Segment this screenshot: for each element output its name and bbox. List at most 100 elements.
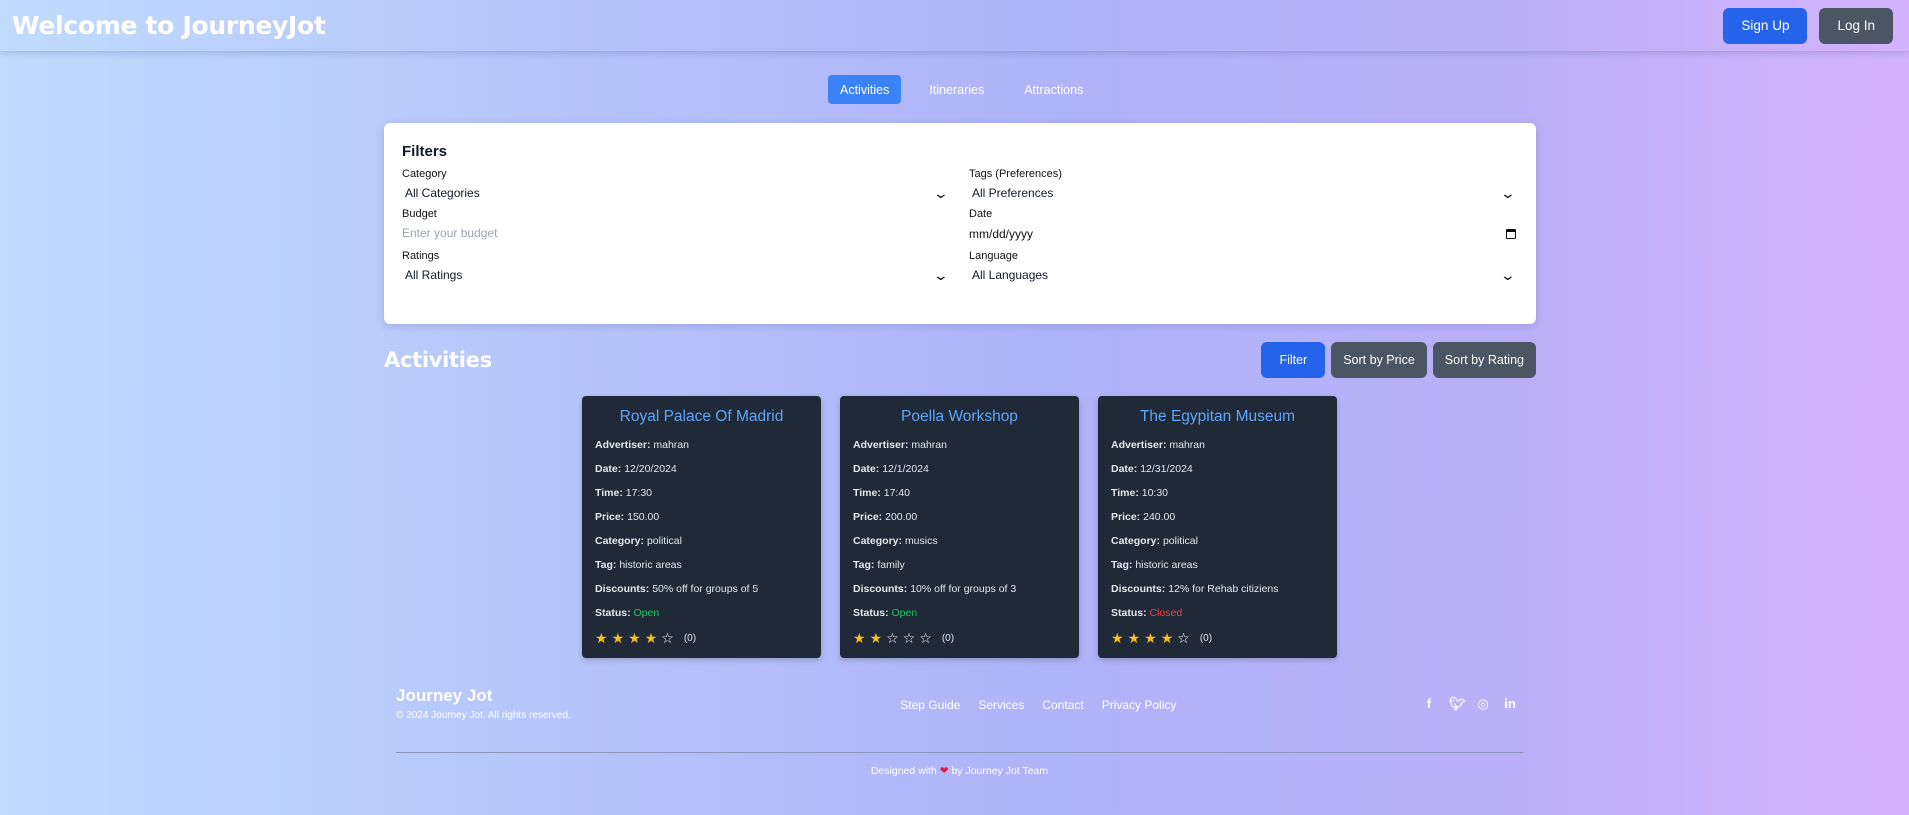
tags-label: Tags (Preferences) xyxy=(969,168,1062,180)
filter-button[interactable]: Filter xyxy=(1261,342,1326,378)
footer-link-step-guide[interactable]: Step Guide xyxy=(900,698,960,712)
advertiser-row: Advertiser: mahran xyxy=(1111,433,1324,457)
footer-link-services[interactable]: Services xyxy=(978,698,1024,712)
activity-cards: Royal Palace Of Madrid Advertiser: mahra… xyxy=(582,396,1337,658)
date-value: 12/20/2024 xyxy=(624,463,677,475)
copyright: © 2024 Journey Jot. All rights reserved. xyxy=(396,710,571,721)
tag-row: Tag: historic areas xyxy=(595,553,808,577)
log-in-button[interactable]: Log In xyxy=(1819,7,1893,44)
price-row: Price: 150.00 xyxy=(595,505,808,529)
heart-icon: ❤ xyxy=(939,765,949,777)
star-filled-icon: ★ xyxy=(611,629,625,646)
footer-links: Step Guide Services Contact Privacy Poli… xyxy=(900,698,1176,712)
category-row: Category: political xyxy=(595,529,808,553)
tab-activities[interactable]: Activities xyxy=(828,75,902,104)
tags-select[interactable]: All Preferences ⌄ xyxy=(969,184,1518,202)
tag-value: historic areas xyxy=(1135,559,1198,571)
star-filled-icon: ★ xyxy=(1111,629,1124,646)
footer: Journey Jot © 2024 Journey Jot. All righ… xyxy=(396,686,1523,777)
advertiser-label: Advertiser: xyxy=(595,439,651,451)
date-label: Date: xyxy=(853,463,880,475)
star-filled-icon: ★ xyxy=(1144,629,1157,646)
sort-by-rating-button[interactable]: Sort by Rating xyxy=(1432,342,1536,378)
category-field: Category All Categories ⌄ xyxy=(402,168,951,202)
time-label: Time: xyxy=(595,487,623,499)
activity-card[interactable]: The Egypitan Museum Advertiser: mahran D… xyxy=(1098,396,1337,658)
advertiser-row: Advertiser: mahran xyxy=(595,433,808,457)
category-row: Category: musics xyxy=(853,529,1066,553)
category-label: Category: xyxy=(595,535,645,547)
ratings-select[interactable]: All Ratings ⌄ xyxy=(402,266,951,284)
footer-divider xyxy=(396,752,1523,753)
budget-label: Budget xyxy=(402,208,437,220)
time-label: Time: xyxy=(853,487,881,499)
ratings-field: Ratings All Ratings ⌄ xyxy=(402,250,951,284)
price-value: 150.00 xyxy=(627,511,660,523)
sign-up-button[interactable]: Sign Up xyxy=(1723,7,1808,44)
credit-prefix: Designed with xyxy=(870,765,937,777)
chevron-down-icon: ⌄ xyxy=(1499,184,1517,201)
language-select[interactable]: All Languages ⌄ xyxy=(969,266,1518,284)
star-empty-icon: ☆ xyxy=(661,629,674,646)
tab-itineraries[interactable]: Itineraries xyxy=(917,75,996,104)
filters-panel: Filters Category All Categories ⌄ Tags (… xyxy=(384,123,1536,324)
time-value: 10:30 xyxy=(1141,487,1169,499)
social-links: f 🐦︎ ◎ in xyxy=(1422,696,1517,712)
budget-input[interactable]: Enter your budget xyxy=(402,224,951,242)
linkedin-icon[interactable]: in xyxy=(1503,696,1517,712)
review-count: (0) xyxy=(1199,632,1213,644)
category-select[interactable]: All Categories ⌄ xyxy=(402,184,951,202)
content-tabs: Activities Itineraries Attractions xyxy=(828,75,1095,104)
price-label: Price: xyxy=(595,511,625,523)
time-row: Time: 17:30 xyxy=(595,481,808,505)
discounts-label: Discounts: xyxy=(853,583,908,595)
footer-credit: Designed with ❤ by Journey Jot Team xyxy=(396,765,1523,777)
card-title[interactable]: Poella Workshop xyxy=(853,407,1066,427)
twitter-icon[interactable]: 🐦︎ xyxy=(1449,696,1466,712)
sort-by-price-button[interactable]: Sort by Price xyxy=(1331,342,1427,378)
category-value: political xyxy=(1162,535,1198,547)
star-filled-icon: ★ xyxy=(853,629,866,646)
chevron-down-icon: ⌄ xyxy=(932,184,950,201)
sort-buttons: Filter Sort by Price Sort by Rating xyxy=(1261,342,1536,378)
status-row: Status: Open xyxy=(595,601,808,625)
advertiser-label: Advertiser: xyxy=(1111,439,1167,451)
advertiser-value: mahran xyxy=(653,439,689,451)
card-title[interactable]: Royal Palace Of Madrid xyxy=(595,407,808,427)
star-empty-icon: ☆ xyxy=(919,629,932,646)
calendar-icon[interactable] xyxy=(1506,229,1516,239)
card-title[interactable]: The Egypitan Museum xyxy=(1111,407,1324,427)
review-count: (0) xyxy=(941,632,955,644)
status-value: Open xyxy=(891,607,918,619)
discounts-row: Discounts: 50% off for groups of 5 xyxy=(595,577,808,601)
category-value: musics xyxy=(904,535,938,547)
date-input[interactable]: mm/dd/yyyy xyxy=(969,224,1518,244)
filters-title: Filters xyxy=(402,143,448,160)
date-row: Date: 12/1/2024 xyxy=(853,457,1066,481)
facebook-icon[interactable]: f xyxy=(1422,696,1436,712)
language-label: Language xyxy=(969,250,1018,262)
price-row: Price: 240.00 xyxy=(1111,505,1324,529)
activity-card[interactable]: Poella Workshop Advertiser: mahran Date:… xyxy=(840,396,1079,658)
chevron-down-icon: ⌄ xyxy=(1499,266,1517,283)
language-field: Language All Languages ⌄ xyxy=(969,250,1518,284)
top-bar: Welcome to JourneyJot Sign Up Log In xyxy=(0,0,1909,51)
activity-card[interactable]: Royal Palace Of Madrid Advertiser: mahra… xyxy=(582,396,821,658)
star-empty-icon: ☆ xyxy=(886,629,899,646)
star-filled-icon: ★ xyxy=(1160,629,1174,646)
tag-label: Tag: xyxy=(595,559,617,571)
footer-link-privacy-policy[interactable]: Privacy Policy xyxy=(1102,698,1177,712)
instagram-icon[interactable]: ◎ xyxy=(1476,696,1490,712)
rating-stars: ★ ★ ☆ ☆ ☆ (0) xyxy=(853,625,1066,651)
time-label: Time: xyxy=(1111,487,1139,499)
category-label: Category xyxy=(402,168,447,180)
chevron-down-icon: ⌄ xyxy=(932,266,950,283)
activities-heading: Activities xyxy=(384,348,492,372)
category-value: political xyxy=(646,535,682,547)
review-count: (0) xyxy=(683,632,697,644)
tab-attractions[interactable]: Attractions xyxy=(1012,75,1095,104)
date-value: 12/1/2024 xyxy=(882,463,929,475)
discounts-value: 10% off for groups of 3 xyxy=(910,583,1017,595)
tag-value: historic areas xyxy=(619,559,682,571)
footer-link-contact[interactable]: Contact xyxy=(1042,698,1083,712)
